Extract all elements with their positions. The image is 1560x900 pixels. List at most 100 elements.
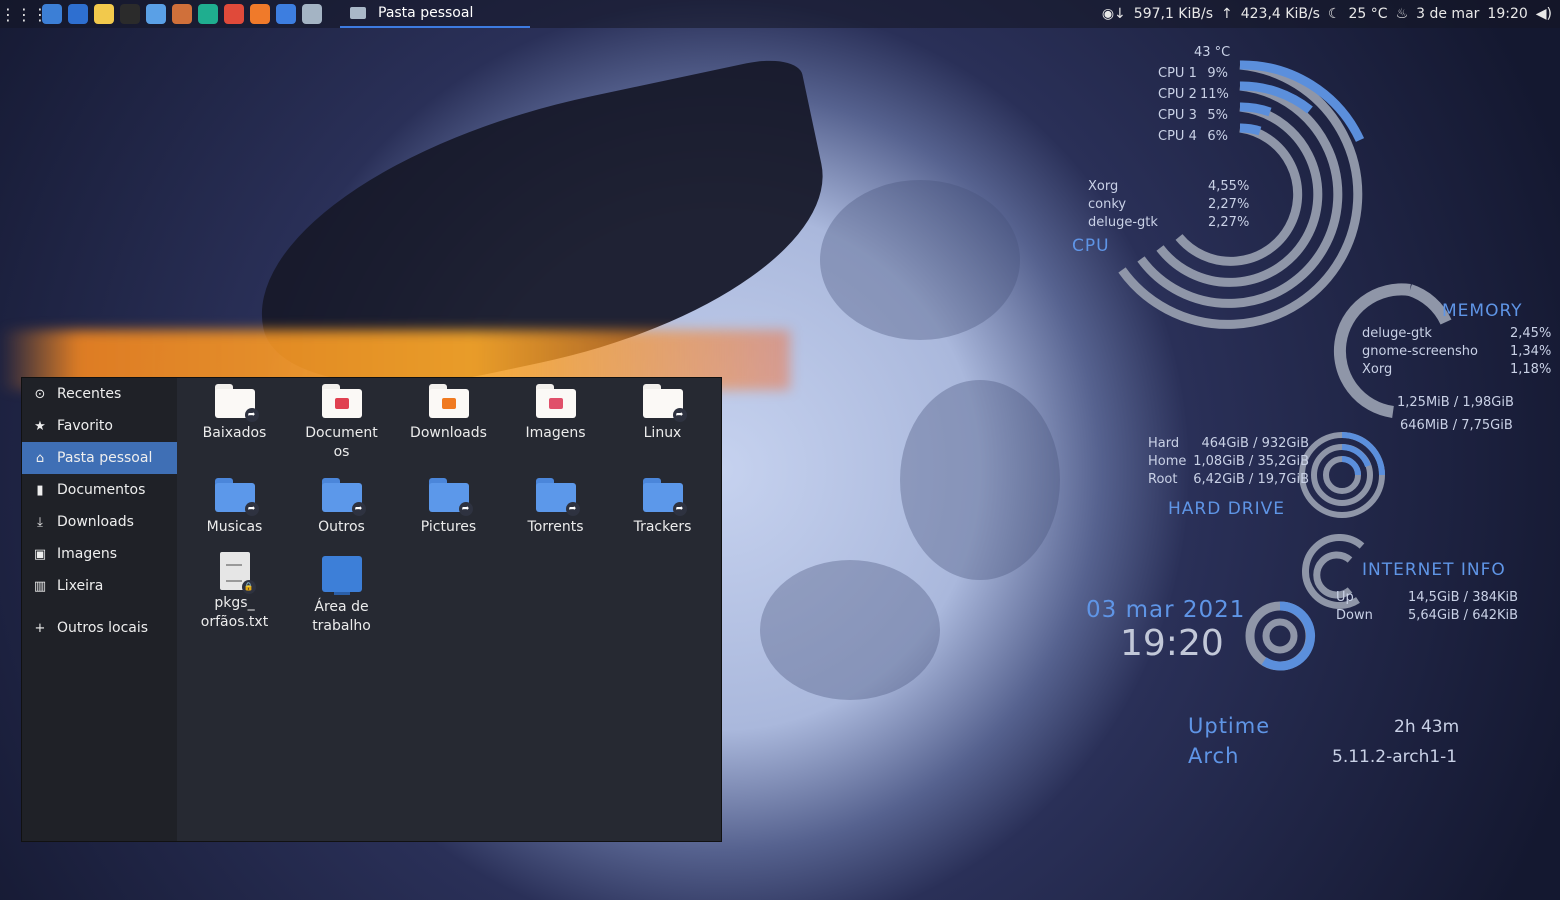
folder-documentos[interactable]: Documentos bbox=[288, 384, 395, 462]
mem-process-name: gnome-screensho bbox=[1362, 344, 1478, 359]
sidebar-item-favorito[interactable]: ★ Favorito bbox=[22, 410, 177, 442]
flame-applet-icon[interactable]: ♨ bbox=[1396, 6, 1409, 22]
folder-icon bbox=[535, 384, 576, 418]
moon-crater bbox=[900, 380, 1060, 580]
clock-gauge bbox=[1245, 601, 1316, 671]
cloud-app-icon[interactable] bbox=[146, 4, 166, 24]
sidebar-item-imagens[interactable]: ▣ Imagens bbox=[22, 538, 177, 570]
file-manager-icon[interactable] bbox=[302, 4, 322, 24]
folder-baixados[interactable]: ➦ Baixados bbox=[181, 384, 288, 443]
cpu-core-label: CPU 2 bbox=[1158, 87, 1197, 102]
clock-icon: ⊙ bbox=[34, 386, 46, 402]
top-panel: ⋮⋮⋮ Pasta pessoal ◉↓ 597,1 KiB/s ↑ 423,4… bbox=[0, 0, 1560, 28]
folder-label: Imagens bbox=[525, 425, 586, 441]
folder-imagens[interactable]: Imagens bbox=[502, 384, 609, 443]
cleaner-icon[interactable] bbox=[172, 4, 192, 24]
panel-time[interactable]: 19:20 bbox=[1487, 6, 1527, 22]
sidebar-item-label: Imagens bbox=[57, 546, 118, 562]
folder-icon: ➦ bbox=[642, 478, 687, 516]
folder-linux[interactable]: ➦ Linux bbox=[609, 384, 716, 443]
folder-icon: ➦ bbox=[428, 478, 473, 516]
file-label: pkgs_ orfãos.txt bbox=[200, 595, 269, 630]
deluge-icon[interactable] bbox=[276, 4, 296, 24]
sidebar-item-downloads[interactable]: ⤓ Downloads bbox=[22, 506, 177, 538]
os-label: Arch bbox=[1188, 744, 1240, 768]
disk-name: Hard bbox=[1148, 436, 1180, 451]
panel-date[interactable]: 3 de mar bbox=[1416, 6, 1479, 22]
trash-icon: ▥ bbox=[33, 578, 47, 594]
system-tray: ◉↓ 597,1 KiB/s ↑ 423,4 KiB/s ☾ 25 °C ♨ 3… bbox=[1102, 0, 1552, 28]
folder-icon: ➦ bbox=[214, 384, 259, 422]
moon-crater bbox=[760, 560, 940, 700]
folder-label: Linux bbox=[643, 425, 682, 441]
folder-label: Downloads bbox=[410, 425, 487, 441]
memory-title: MEMORY bbox=[1442, 301, 1523, 321]
volume-icon[interactable]: ◀) bbox=[1536, 6, 1552, 22]
file-manager-window: ⊙ Recentes ★ Favorito ⌂ Pasta pessoal ▮ Documen… bbox=[22, 378, 721, 841]
cpu-process-value: 4,55% bbox=[1208, 179, 1250, 194]
text-editor-icon[interactable] bbox=[94, 4, 114, 24]
task-pasta-pessoal[interactable]: Pasta pessoal bbox=[340, 0, 530, 28]
sidebar-item-label: Lixeira bbox=[57, 578, 104, 594]
folder-icon bbox=[428, 384, 469, 418]
folder-icon: ➦ bbox=[214, 478, 259, 516]
cpu-process-name: conky bbox=[1088, 197, 1127, 212]
terminal-icon[interactable] bbox=[120, 4, 140, 24]
system-monitor-icon[interactable] bbox=[68, 4, 88, 24]
file-pkgs-orfaos[interactable]: 🔒 pkgs_ orfãos.txt bbox=[181, 552, 288, 632]
sidebar-item-label: Pasta pessoal bbox=[57, 450, 153, 466]
uptime-value: 2h 43m bbox=[1394, 717, 1460, 737]
home-icon: ⌂ bbox=[35, 450, 45, 466]
sidebar-item-pasta-pessoal[interactable]: ⌂ Pasta pessoal bbox=[22, 442, 177, 474]
disk-usage: 1,08GiB / 35,2GiB bbox=[1193, 454, 1309, 469]
folder-outros[interactable]: ➦ Outros bbox=[288, 478, 395, 537]
cpu-process-name: deluge-gtk bbox=[1088, 215, 1158, 230]
folder-musicas[interactable]: ➦ Musicas bbox=[181, 478, 288, 537]
mem-process-name: Xorg bbox=[1362, 362, 1393, 377]
folder-area-de-trabalho[interactable]: Área de trabalho bbox=[288, 556, 395, 636]
cpu-core-label: CPU 1 bbox=[1158, 66, 1197, 81]
mem-process-name: deluge-gtk bbox=[1362, 326, 1432, 341]
weather-temp[interactable]: 25 °C bbox=[1349, 6, 1388, 22]
folder-trackers[interactable]: ➦ Trackers bbox=[609, 478, 716, 537]
folder-label: Documentos bbox=[305, 425, 378, 460]
weather-moon-icon[interactable]: ☾ bbox=[1328, 6, 1341, 22]
sidebar-item-label: Outros locais bbox=[57, 620, 149, 636]
mem-process-value: 2,45% bbox=[1510, 326, 1552, 341]
folder-pictures[interactable]: ➦ Pictures bbox=[395, 478, 502, 537]
image-icon: ▣ bbox=[33, 546, 47, 562]
net-direction: Down bbox=[1336, 608, 1373, 623]
disk-usage: 6,42GiB / 19,7GiB bbox=[1193, 472, 1309, 487]
cpu-process-name: Xorg bbox=[1088, 179, 1119, 194]
symlink-arrow-icon: ➦ bbox=[244, 502, 259, 516]
folder-label: Musicas bbox=[206, 519, 263, 535]
edge-browser-icon[interactable] bbox=[198, 4, 218, 24]
net-up: 423,4 KiB/s bbox=[1240, 6, 1320, 22]
cpu-core-value: 9% bbox=[1207, 66, 1228, 81]
cpu-core-value: 11% bbox=[1200, 87, 1229, 102]
folder-icon bbox=[321, 384, 362, 418]
file-grid: ➦ Baixados Documentos Downloads Imagens ➦ Linu… bbox=[177, 378, 721, 841]
symlink-arrow-icon: ➦ bbox=[244, 408, 259, 422]
text-file-icon: 🔒 bbox=[219, 552, 256, 594]
star-icon: ★ bbox=[34, 418, 46, 434]
folder-downloads[interactable]: Downloads bbox=[395, 384, 502, 443]
settings-icon[interactable] bbox=[42, 4, 62, 24]
sidebar-item-documentos[interactable]: ▮ Documentos bbox=[22, 474, 177, 506]
app-grid-icon[interactable]: ⋮⋮⋮ bbox=[0, 5, 48, 24]
lock-icon: 🔒 bbox=[241, 580, 256, 594]
sidebar-item-label: Documentos bbox=[57, 482, 146, 498]
sidebar-item-recentes[interactable]: ⊙ Recentes bbox=[22, 378, 177, 410]
folder-torrents[interactable]: ➦ Torrents bbox=[502, 478, 609, 537]
sidebar-item-other-locations[interactable]: + Outros locais bbox=[22, 612, 177, 644]
chrome-browser-icon[interactable] bbox=[224, 4, 244, 24]
network-icon[interactable]: ◉↓ bbox=[1102, 6, 1126, 22]
folder-label: Trackers bbox=[633, 519, 692, 535]
cpu-title: CPU bbox=[1072, 236, 1110, 256]
conky-date: 03 mar 2021 bbox=[1086, 597, 1246, 623]
net-direction: Up bbox=[1336, 590, 1354, 605]
folder-label: Pictures bbox=[420, 519, 477, 535]
sidebar-item-lixeira[interactable]: ▥ Lixeira bbox=[22, 570, 177, 602]
firefox-browser-icon[interactable] bbox=[250, 4, 270, 24]
file-label: Área de trabalho bbox=[312, 599, 371, 634]
